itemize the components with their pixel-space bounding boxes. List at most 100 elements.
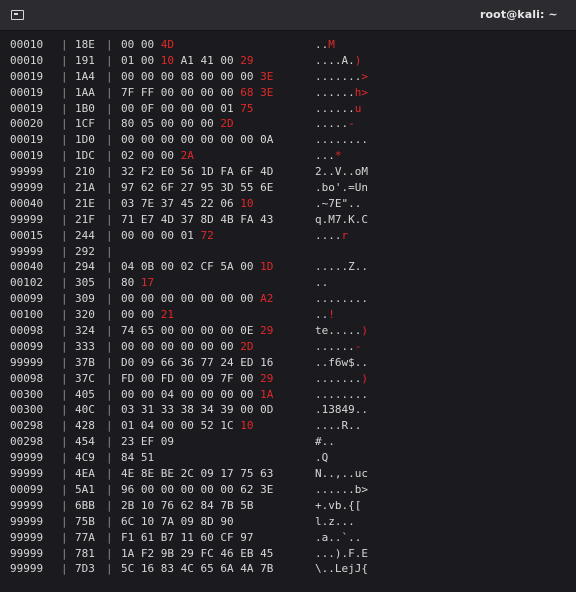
column-separator: | xyxy=(106,38,113,51)
record-id: 00099 xyxy=(10,482,44,496)
ascii-chars: .. xyxy=(315,308,329,322)
hex-byte: 45 xyxy=(260,546,274,560)
hex-byte: 0F xyxy=(140,101,155,115)
column-separator: | xyxy=(106,562,113,576)
ascii-text: .....Z.. xyxy=(315,259,368,275)
hex-byte: 33 xyxy=(160,403,174,417)
ascii-text: ........ xyxy=(315,291,368,307)
ascii-chars: ... xyxy=(315,149,335,163)
hex-byte: 01 xyxy=(180,228,194,242)
hex-byte: 0D xyxy=(260,403,274,417)
byte-offset: 4EA xyxy=(75,467,95,481)
hex-byte: 00 xyxy=(200,85,214,99)
hex-bytes: 84 51 xyxy=(121,450,154,466)
hex-byte: 76 xyxy=(160,498,174,512)
ascii-chars: .. xyxy=(315,38,329,51)
hex-byte-highlighted: 75 xyxy=(240,101,254,115)
hex-byte: D0 xyxy=(121,355,135,369)
hex-byte: F2 xyxy=(140,546,155,560)
ascii-chars: ...).F.E xyxy=(315,546,368,560)
byte-offset: 333 xyxy=(75,339,95,353)
hex-byte: 1C xyxy=(220,419,234,433)
record-id: 00019 xyxy=(10,133,44,147)
hex-byte: 75 xyxy=(240,467,254,481)
hex-byte: 00 xyxy=(220,324,234,338)
record-id: 00100 xyxy=(10,308,44,322)
hex-bytes: 1A F2 9B 29 FC 46 EB 45 xyxy=(121,546,273,562)
hex-byte: 00 xyxy=(240,387,254,401)
record-id: 00099 xyxy=(10,339,44,353)
hex-byte: 00 xyxy=(240,371,254,385)
column-separator: | xyxy=(61,38,68,51)
dump-row: 00010 | 18E | 00 00 4D ..M xyxy=(0,37,576,53)
column-separator: | xyxy=(61,498,68,512)
column-separator: | xyxy=(61,562,68,576)
hex-byte: 04 xyxy=(121,260,135,274)
hex-byte: 00 xyxy=(180,482,194,496)
dump-row: 99999 | 4EA | 4E 8E BE 2C 09 17 75 63 N..,..u… xyxy=(0,466,576,482)
ascii-text: .....- xyxy=(315,116,355,132)
hex-byte: 00 xyxy=(240,292,254,306)
hex-bytes: F1 61 B7 11 60 CF 97 xyxy=(121,530,254,546)
hex-byte: 00 xyxy=(140,292,155,306)
hex-byte: 5B xyxy=(240,498,254,512)
hex-byte: 31 xyxy=(140,403,155,417)
ascii-chars: ........ xyxy=(315,133,368,147)
column-separator: | xyxy=(106,546,113,560)
hex-byte: 7B xyxy=(220,498,234,512)
dump-row: 00298 | 428 | 01 04 00 00 52 1C 10 ....R.. xyxy=(0,418,576,434)
column-separator: | xyxy=(106,181,113,195)
hex-byte: 4D xyxy=(160,212,174,226)
byte-offset: 1A4 xyxy=(75,69,95,83)
hex-byte: 00 xyxy=(140,339,155,353)
column-separator: | xyxy=(61,324,68,338)
hex-byte-highlighted: 2D xyxy=(240,339,254,353)
hex-byte: 00 xyxy=(220,69,234,83)
column-separator: | xyxy=(106,165,113,179)
hex-bytes: 00 00 00 00 00 00 00 A2 xyxy=(121,291,273,307)
hex-byte: 01 xyxy=(220,101,234,115)
column-separator: | xyxy=(106,387,113,401)
hex-byte: 16 xyxy=(260,355,274,369)
hex-byte: 9B xyxy=(160,546,174,560)
hex-byte: 00 xyxy=(160,419,174,433)
column-separator: | xyxy=(61,212,68,226)
hex-byte: 10 xyxy=(140,498,155,512)
ascii-char-highlighted: ) xyxy=(361,324,368,338)
column-separator: | xyxy=(61,467,68,481)
terminal-icon[interactable] xyxy=(11,10,24,20)
hex-bytes: 01 04 00 00 52 1C 10 xyxy=(121,418,254,434)
hex-byte: 00 xyxy=(180,324,194,338)
hex-byte: 09 xyxy=(160,435,174,449)
byte-offset: 320 xyxy=(75,308,95,322)
column-separator: | xyxy=(106,467,113,481)
ascii-text: ...* xyxy=(315,148,342,164)
ascii-chars: q.M7.K.C xyxy=(315,212,368,226)
byte-offset: 428 xyxy=(75,419,95,433)
ascii-chars: .13849.. xyxy=(315,403,368,417)
hex-byte: 1D xyxy=(200,165,214,179)
column-separator: | xyxy=(61,260,68,274)
record-id: 00019 xyxy=(10,149,44,163)
column-separator: | xyxy=(106,117,113,131)
hex-byte: 00 xyxy=(160,149,174,163)
hex-byte: 00 xyxy=(140,133,155,147)
ascii-text: ..M xyxy=(315,37,335,53)
ascii-chars: .bo'.=Un xyxy=(315,181,368,195)
ascii-chars: 2..V..oM xyxy=(315,165,368,179)
column-separator: | xyxy=(106,133,113,147)
record-id: 00098 xyxy=(10,371,44,385)
hex-byte: CF xyxy=(200,260,214,274)
byte-offset: 77A xyxy=(75,530,95,544)
column-separator: | xyxy=(61,530,68,544)
dump-row: 99999 | 781 | 1A F2 9B 29 FC 46 EB 45 ...).F.… xyxy=(0,546,576,562)
column-separator: | xyxy=(61,355,68,369)
hex-byte: 5A xyxy=(220,260,234,274)
ascii-chars: ....A. xyxy=(315,53,355,67)
ascii-char-highlighted: ) xyxy=(354,53,362,67)
hex-byte: 5C xyxy=(121,562,135,576)
ascii-text: ..f6w$.. xyxy=(315,355,368,371)
hex-byte: 03 xyxy=(121,196,135,210)
byte-offset: 1D0 xyxy=(75,133,95,147)
column-separator: | xyxy=(61,149,68,163)
